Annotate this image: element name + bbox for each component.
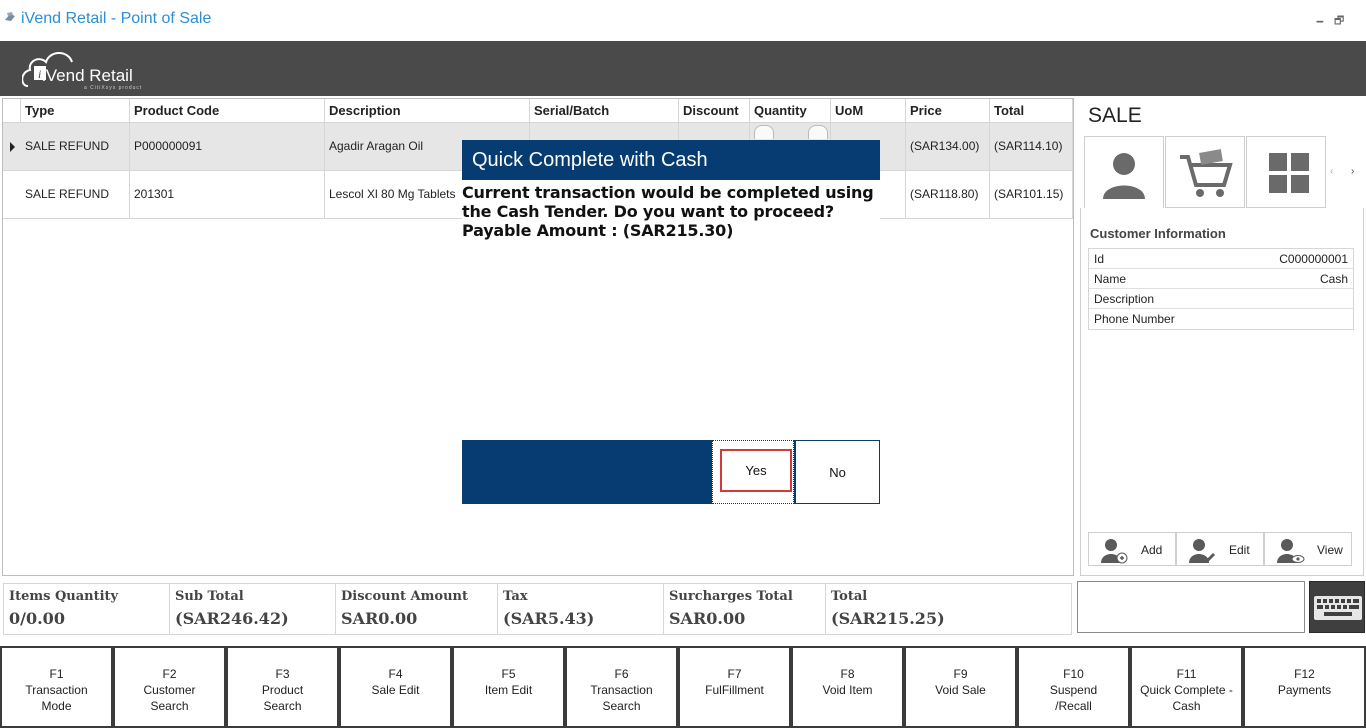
function-key-bar: F1 Transaction Mode F2 Customer Search F3 Pro… [0,646,1366,728]
add-user-icon [1101,539,1128,564]
keyboard-button[interactable] [1309,581,1365,633]
app-icon [5,12,15,21]
cart-icon [1180,149,1233,197]
tax-total: Tax (SAR5.43) [498,584,664,634]
f4-sale-edit-button[interactable]: F4 Sale Edit [339,646,452,728]
f7-fulfillment-button[interactable]: F7 FulFillment [678,646,791,728]
f11-quick-complete-cash-button[interactable]: F11 Quick Complete - Cash [1130,646,1243,728]
column-header[interactable]: Type [21,99,130,123]
edit-customer-button[interactable]: Edit [1176,532,1264,566]
f10-suspend-recall-button[interactable]: F10 Suspend/Recall [1017,646,1130,728]
column-header[interactable]: UoM [831,99,906,123]
column-header[interactable]: Discount [679,99,750,123]
cell-price: (SAR118.80) [906,171,990,219]
cell-product-code: P000000091 [130,123,325,171]
brand-name: iVend Retail [42,66,133,85]
items-quantity-total: Items Quantity 0/0.00 [4,584,170,634]
surcharges-total: Surcharges Total SAR0.00 [664,584,826,634]
customer-field-phone: Phone Number [1094,312,1175,326]
grand-total: Total (SAR215.25) [831,589,945,628]
totals-summary: Items Quantity 0/0.00 Sub Total (SAR246.… [3,583,1072,635]
quantity-decrease-button[interactable] [754,125,774,139]
yes-button[interactable]: Yes [720,449,792,492]
f12-payments-button[interactable]: F12 Payments [1243,646,1366,728]
discount-amount-total: Discount Amount SAR0.00 [336,584,498,634]
customer-info-heading: Customer Information [1090,226,1226,241]
cell-type: SALE REFUND [21,123,130,171]
column-header[interactable]: Price [906,99,990,123]
brand-header [0,41,1366,96]
cell-product-code: 201301 [130,171,325,219]
f2-customer-search-button[interactable]: F2 Customer Search [113,646,226,728]
column-header[interactable]: Quantity [750,99,831,123]
customer-info-table: Id C000000001 Name Cash Description Phon… [1088,248,1354,330]
column-header[interactable]: Product Code [130,99,325,123]
scan-input[interactable] [1077,581,1305,633]
f6-transaction-search-button[interactable]: F6 Transaction Search [565,646,678,728]
customer-field-description: Description [1089,289,1353,309]
column-header[interactable]: Description [325,99,530,123]
edit-user-icon [1189,539,1216,564]
cell-type: SALE REFUND [21,171,130,219]
current-row-icon [10,142,15,152]
view-user-icon [1277,539,1305,563]
f1-transaction-mode-button[interactable]: F1 Transaction Mode [0,646,113,728]
sub-total: Sub Total (SAR246.42) [170,584,336,634]
window-title: iVend Retail - Point of Sale [21,10,212,27]
tab-dashboard[interactable] [1246,136,1326,208]
f9-void-sale-button[interactable]: F9 Void Sale [904,646,1017,728]
f8-void-item-button[interactable]: F8 Void Item [791,646,904,728]
f5-item-edit-button[interactable]: F5 Item Edit [452,646,565,728]
tab-cart[interactable] [1165,136,1245,208]
tab-prev-icon[interactable]: ‹ [1330,166,1333,177]
cell-total: (SAR101.15) [990,171,1073,219]
customer-icon [1103,153,1145,199]
cell-total: (SAR114.10) [990,123,1073,171]
dialog-message: Current transaction would be completed u… [462,183,874,240]
customer-field-id: Id C000000001 [1089,249,1353,269]
add-customer-button[interactable]: Add [1088,532,1176,566]
keyboard-icon [1314,596,1362,620]
sale-panel-title: SALE [1088,104,1142,127]
cell-price: (SAR134.00) [906,123,990,171]
tab-customer[interactable] [1084,136,1164,210]
quantity-increase-button[interactable] [808,125,828,139]
customer-field-name: Name Cash [1089,269,1353,289]
pos-window: iVend Retail - Point of Sale 🗕 🗗 i iVend… [0,0,1366,728]
grid-header: Type Product Code Description Serial/Bat… [3,99,1073,123]
grid-icon [1269,153,1309,193]
dialog-title: Quick Complete with Cash [472,149,708,171]
no-button[interactable]: No [795,440,880,504]
f3-product-search-button[interactable]: F3 Product Search [226,646,339,728]
svg-text:i: i [38,67,41,81]
column-header[interactable]: Total [990,99,1073,123]
minimize-icon[interactable]: 🗕 [1316,12,1324,31]
column-header[interactable]: Serial/Batch [530,99,679,123]
view-customer-button[interactable]: View [1264,532,1352,566]
tab-next-icon[interactable]: › [1351,166,1354,177]
restore-icon[interactable]: 🗗 [1334,12,1344,31]
brand-subtitle: a CitiXsys product [84,85,143,91]
row-indicator-header [3,99,21,123]
title-bar: iVend Retail - Point of Sale 🗕 🗗 [0,0,1366,41]
